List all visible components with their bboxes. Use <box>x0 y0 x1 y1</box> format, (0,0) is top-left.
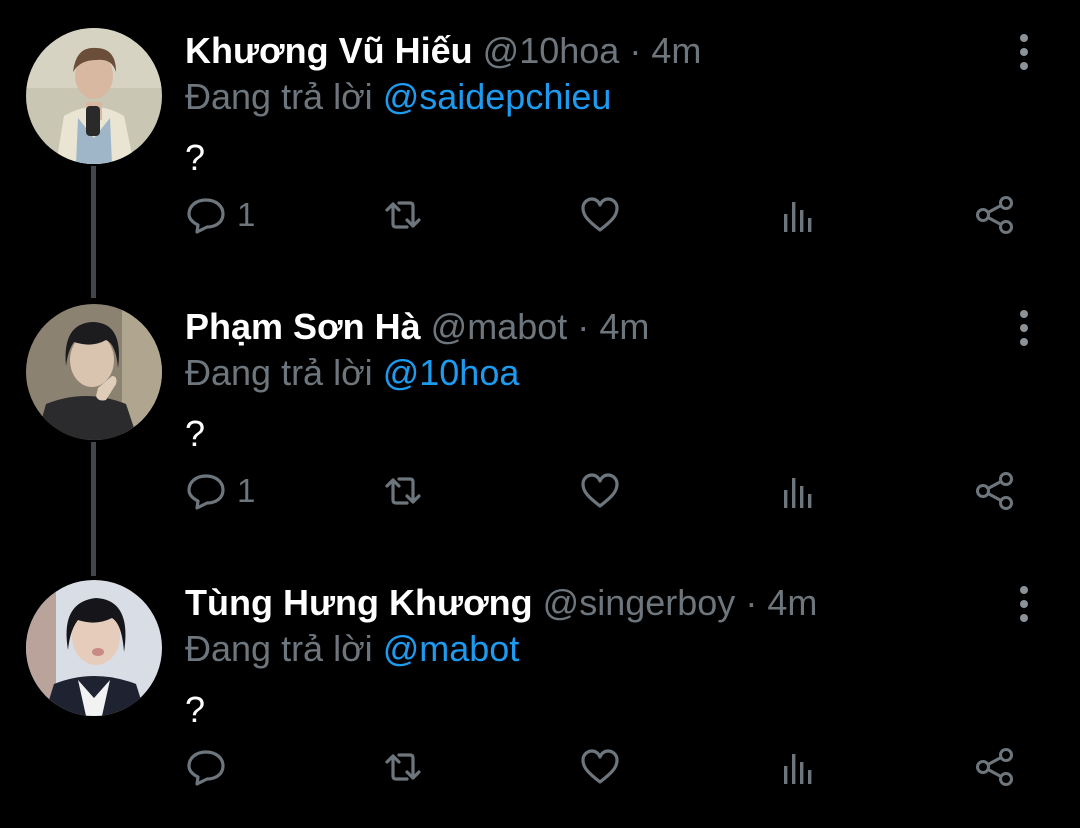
like-button[interactable] <box>579 742 621 792</box>
reply-count: 1 <box>237 196 256 233</box>
retweet-icon <box>381 746 425 788</box>
analytics-button[interactable] <box>779 190 819 240</box>
tweet-text: ? <box>185 413 206 454</box>
separator-dot: · <box>745 582 758 623</box>
tweet-header: Tùng Hưng Khương @singerboy · 4m <box>185 580 817 626</box>
share-button[interactable] <box>973 466 1017 516</box>
analytics-icon <box>779 746 819 788</box>
reply-button[interactable]: 1 <box>185 466 255 516</box>
separator-dot: · <box>629 30 642 71</box>
tweet[interactable]: Tùng Hưng Khương @singerboy · 4m Đang tr… <box>0 552 1080 828</box>
more-options-icon[interactable] <box>1004 32 1044 72</box>
user-handle[interactable]: @mabot <box>431 306 568 347</box>
reply-icon <box>185 194 227 236</box>
more-options-icon[interactable] <box>1004 308 1044 348</box>
analytics-icon <box>779 194 819 236</box>
share-button[interactable] <box>973 742 1017 792</box>
share-icon <box>973 746 1017 788</box>
avatar[interactable] <box>26 28 162 164</box>
separator-dot: · <box>577 306 590 347</box>
reply-icon <box>185 470 227 512</box>
replying-prefix: Đang trả lời <box>185 628 373 669</box>
share-icon <box>973 194 1017 236</box>
mention-link[interactable]: @saidepchieu <box>383 76 612 117</box>
tweet[interactable]: Khương Vũ Hiếu @10hoa · 4m Đang trả lời … <box>0 0 1080 276</box>
replying-prefix: Đang trả lời <box>185 352 373 393</box>
display-name[interactable]: Phạm Sơn Hà <box>185 306 421 347</box>
analytics-button[interactable] <box>779 742 819 792</box>
action-bar: 1 <box>185 466 1045 516</box>
analytics-button[interactable] <box>779 466 819 516</box>
retweet-icon <box>381 470 425 512</box>
like-icon <box>579 746 621 788</box>
avatar[interactable] <box>26 304 162 440</box>
more-options-icon[interactable] <box>1004 584 1044 624</box>
user-handle[interactable]: @singerboy <box>543 582 736 623</box>
tweet-header: Khương Vũ Hiếu @10hoa · 4m <box>185 28 701 74</box>
tweet-header: Phạm Sơn Hà @mabot · 4m <box>185 304 649 350</box>
mention-link[interactable]: @mabot <box>383 628 520 669</box>
mention-link[interactable]: @10hoa <box>383 352 520 393</box>
like-icon <box>579 194 621 236</box>
reply-icon <box>185 746 227 788</box>
tweet-text: ? <box>185 689 206 730</box>
reply-button[interactable]: 1 <box>185 190 255 240</box>
retweet-button[interactable] <box>381 742 425 792</box>
timestamp[interactable]: 4m <box>767 582 817 623</box>
user-handle[interactable]: @10hoa <box>483 30 620 71</box>
timestamp[interactable]: 4m <box>651 30 701 71</box>
action-bar <box>185 742 1045 792</box>
like-icon <box>579 470 621 512</box>
reply-count: 1 <box>237 472 256 509</box>
share-icon <box>973 470 1017 512</box>
share-button[interactable] <box>973 190 1017 240</box>
reply-button[interactable] <box>185 742 237 792</box>
retweet-icon <box>381 194 425 236</box>
like-button[interactable] <box>579 466 621 516</box>
replying-to: Đang trả lời @saidepchieu <box>185 74 611 120</box>
replying-to: Đang trả lời @10hoa <box>185 350 519 396</box>
analytics-icon <box>779 470 819 512</box>
replying-to: Đang trả lời @mabot <box>185 626 519 672</box>
tweet[interactable]: Phạm Sơn Hà @mabot · 4m Đang trả lời @10… <box>0 276 1080 552</box>
display-name[interactable]: Khương Vũ Hiếu <box>185 30 473 71</box>
action-bar: 1 <box>185 190 1045 240</box>
like-button[interactable] <box>579 190 621 240</box>
replying-prefix: Đang trả lời <box>185 76 373 117</box>
timestamp[interactable]: 4m <box>599 306 649 347</box>
display-name[interactable]: Tùng Hưng Khương <box>185 582 533 623</box>
avatar[interactable] <box>26 580 162 716</box>
retweet-button[interactable] <box>381 190 425 240</box>
retweet-button[interactable] <box>381 466 425 516</box>
tweet-text: ? <box>185 137 206 178</box>
